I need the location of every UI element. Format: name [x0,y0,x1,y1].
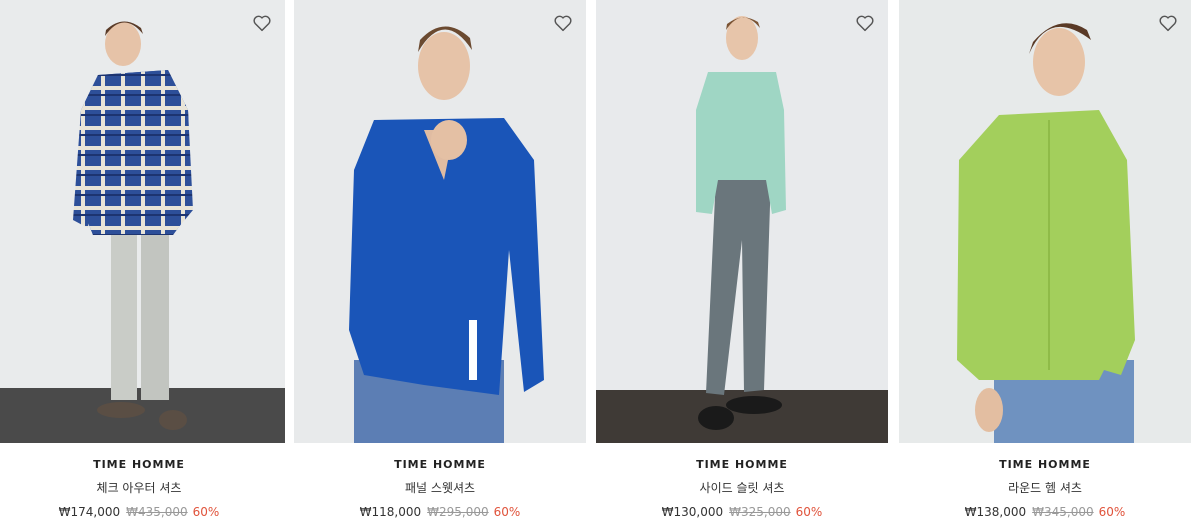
product-image[interactable] [294,0,586,443]
product-card[interactable]: TIME HOMME 사이드 슬릿 셔츠 ₩130,000 ₩325,000 60% [596,0,888,531]
product-name[interactable]: 패널 스웻셔츠 [294,479,586,496]
product-name[interactable]: 사이드 슬릿 셔츠 [596,479,888,496]
price-row: ₩130,000 ₩325,000 60% [596,505,888,519]
discount-rate: 60% [1098,505,1126,519]
original-price: ₩345,000 [1032,505,1094,519]
product-image[interactable] [0,0,285,443]
original-price: ₩295,000 [427,505,489,519]
sale-price: ₩174,000 [58,505,121,519]
discount-rate: 60% [192,505,220,519]
sale-price: ₩118,000 [359,505,422,519]
product-name[interactable]: 라운드 헴 셔츠 [899,479,1191,496]
product-brand: TIME HOMME [394,458,486,471]
product-card[interactable]: TIME HOMME 패널 스웻셔츠 ₩118,000 ₩295,000 60% [294,0,586,531]
original-price: ₩435,000 [126,505,188,519]
discount-rate: 60% [795,505,823,519]
sale-price: ₩130,000 [661,505,724,519]
product-image[interactable] [899,0,1191,443]
heart-outline-icon[interactable] [251,12,273,34]
product-brand: TIME HOMME [696,458,788,471]
price-row: ₩138,000 ₩345,000 60% [899,505,1191,519]
original-price: ₩325,000 [729,505,791,519]
heart-outline-icon[interactable] [854,12,876,34]
heart-outline-icon[interactable] [552,12,574,34]
product-brand: TIME HOMME [93,458,185,471]
product-card[interactable]: TIME HOMME 체크 아우터 셔츠 ₩174,000 ₩435,000 60% [0,0,285,531]
product-name[interactable]: 체크 아우터 셔츠 [0,479,285,496]
product-grid: TIME HOMME 체크 아우터 셔츠 ₩174,000 ₩435,000 60% [0,0,1200,531]
price-row: ₩174,000 ₩435,000 60% [0,505,285,519]
product-brand: TIME HOMME [999,458,1091,471]
product-card[interactable]: TIME HOMME 라운드 헴 셔츠 ₩138,000 ₩345,000 60% [899,0,1191,531]
price-row: ₩118,000 ₩295,000 60% [294,505,586,519]
heart-outline-icon[interactable] [1157,12,1179,34]
product-image[interactable] [596,0,888,443]
sale-price: ₩138,000 [964,505,1027,519]
discount-rate: 60% [493,505,521,519]
